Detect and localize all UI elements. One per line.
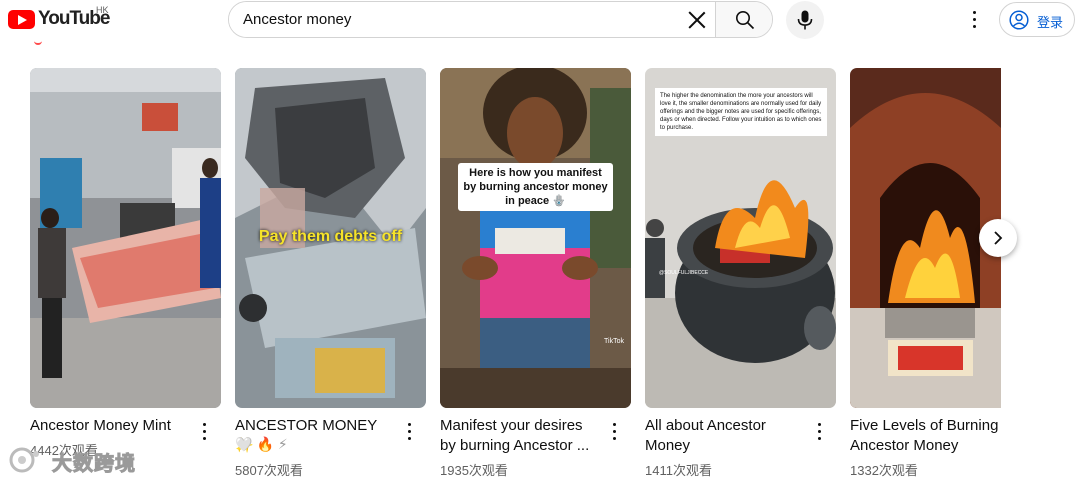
view-count: 1411次观看 xyxy=(645,463,712,478)
heart-icon: 🤍 xyxy=(235,436,257,452)
view-count: 1332次观看 xyxy=(850,463,918,478)
more-actions-icon[interactable] xyxy=(192,420,216,444)
view-count: 5807次观看 xyxy=(235,463,303,478)
watermark: 大数跨境 xyxy=(8,444,148,476)
region-code: HK xyxy=(96,5,109,15)
shorts-shelf-icon-fragment xyxy=(34,40,42,45)
more-actions-icon[interactable] xyxy=(807,420,831,444)
fire-icon: 🔥 xyxy=(256,436,278,452)
watermark-text: 大数跨境 xyxy=(52,453,136,476)
creator-handle: @SOULFULJIBECCE xyxy=(659,270,709,276)
voice-search-button[interactable] xyxy=(786,1,824,39)
clear-search-icon[interactable] xyxy=(685,8,709,32)
short-title[interactable]: All about Ancestor Money xyxy=(645,416,805,456)
watermark-logo-icon xyxy=(9,447,39,473)
view-count: 1935次观看 xyxy=(440,463,508,478)
short-thumbnail[interactable]: The higher the denomination the more you… xyxy=(645,68,836,408)
thumbnail-image xyxy=(440,68,631,408)
short-thumbnail[interactable] xyxy=(30,68,221,408)
settings-more-icon[interactable] xyxy=(962,8,986,32)
thumbnail-overlay-text: Pay them debts off xyxy=(258,228,403,245)
search-box xyxy=(228,1,773,38)
thumbnail-overlay-caption: Here is how you manifest by burning ance… xyxy=(458,163,613,211)
thumbnail-image xyxy=(30,68,221,408)
search-input[interactable] xyxy=(229,2,713,37)
more-actions-icon[interactable] xyxy=(602,420,626,444)
account-icon xyxy=(1009,10,1029,30)
tiktok-badge: TikTok xyxy=(604,338,624,345)
youtube-logo[interactable]: YouTube xyxy=(8,8,110,30)
reaction-emojis: 🤍🔥⚡ xyxy=(235,436,292,453)
chevron-right-icon xyxy=(994,231,1003,245)
lightning-icon: ⚡ xyxy=(277,436,292,452)
short-thumbnail[interactable]: Here is how you manifest by burning ance… xyxy=(440,68,631,408)
short-title[interactable]: Manifest your desires by burning Ancesto… xyxy=(440,416,600,456)
search-icon xyxy=(736,11,755,30)
microphone-icon xyxy=(797,10,813,30)
short-title[interactable]: Five Levels of Burning Ancestor Money xyxy=(850,416,1001,456)
sign-in-button[interactable]: 登录 xyxy=(999,2,1075,37)
more-actions-icon[interactable] xyxy=(397,420,421,444)
search-button[interactable] xyxy=(715,2,772,37)
masthead: YouTube HK 登录 xyxy=(0,0,1080,40)
youtube-play-icon xyxy=(8,9,35,29)
sign-in-label: 登录 xyxy=(1037,15,1064,30)
short-thumbnail[interactable]: Pay them debts off xyxy=(235,68,426,408)
short-title[interactable]: Ancestor Money Mint xyxy=(30,416,190,436)
thumbnail-overlay-caption: The higher the denomination the more you… xyxy=(655,88,827,136)
shelf-next-button[interactable] xyxy=(979,219,1017,257)
